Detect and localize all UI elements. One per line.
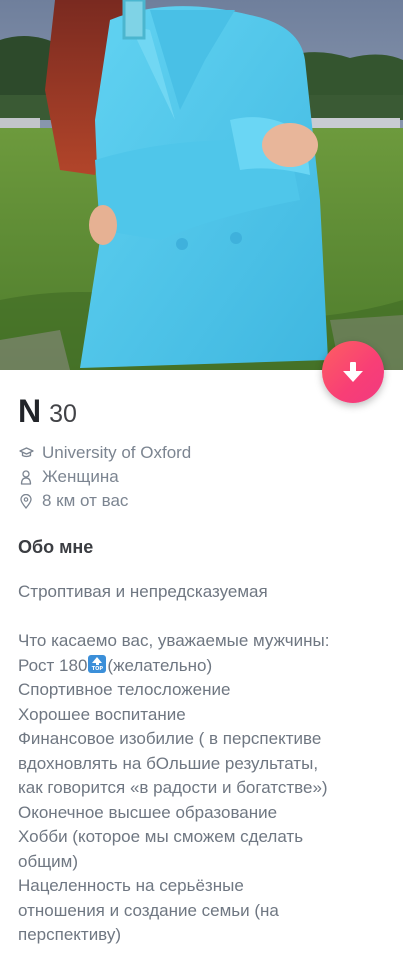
profile-name: N xyxy=(18,393,42,429)
about-line: общим) xyxy=(18,851,79,871)
about-line: вдохновлять на бОльшие результаты, xyxy=(18,753,319,773)
distance-text: 8 км от вас xyxy=(42,491,129,510)
about-text: Строптивая и непредсказуемая Что касаемо… xyxy=(18,580,390,948)
height-note: (желательно) xyxy=(107,655,213,675)
about-line: Нацеленность на серьёзные xyxy=(18,876,244,895)
height-text: Рост 180 xyxy=(18,655,88,675)
gender-row: Женщина xyxy=(18,465,388,489)
about-line: Хорошее воспитание xyxy=(18,704,186,724)
about-line: отношения и создание семьи (на xyxy=(18,900,279,920)
school-text: University of Oxford xyxy=(42,443,192,462)
scroll-down-button[interactable] xyxy=(322,341,384,403)
about-line: Оконечное высшее образование xyxy=(18,802,278,822)
about-line: Финансовое изобилие ( в перспективе xyxy=(18,729,322,748)
graduation-cap-icon xyxy=(18,445,34,461)
top-arrow-icon: TOP xyxy=(88,654,107,673)
about-tagline: Строптивая и непредсказуемая xyxy=(18,582,268,601)
profile-age: 30 xyxy=(49,400,77,428)
profile-photo[interactable] xyxy=(0,0,403,370)
about-line: Спортивное телосложение xyxy=(18,680,231,699)
profile-info: N 30 University of Oxford Женщина 8 км о xyxy=(18,395,388,513)
name-age-row: N 30 xyxy=(18,395,388,441)
school-row: University of Oxford xyxy=(18,441,388,465)
about-line: Хобби (которое мы сможем сделать xyxy=(18,827,304,846)
top-badge-text: TOP xyxy=(91,665,104,672)
about-line: Что касаемо вас, уважаемые мужчины: xyxy=(18,631,330,650)
about-title: Обо мне xyxy=(18,537,94,557)
about-line: перспективу) xyxy=(18,925,122,944)
person-icon xyxy=(18,469,34,485)
about-line-height: Рост 180 TOP (желательно) xyxy=(18,654,390,679)
distance-row: 8 км от вас xyxy=(18,489,388,513)
location-pin-icon xyxy=(18,493,34,509)
about-line: как говорится «в радости и богатстве») xyxy=(18,778,328,797)
arrow-down-icon xyxy=(343,362,363,382)
gender-text: Женщина xyxy=(42,467,119,486)
